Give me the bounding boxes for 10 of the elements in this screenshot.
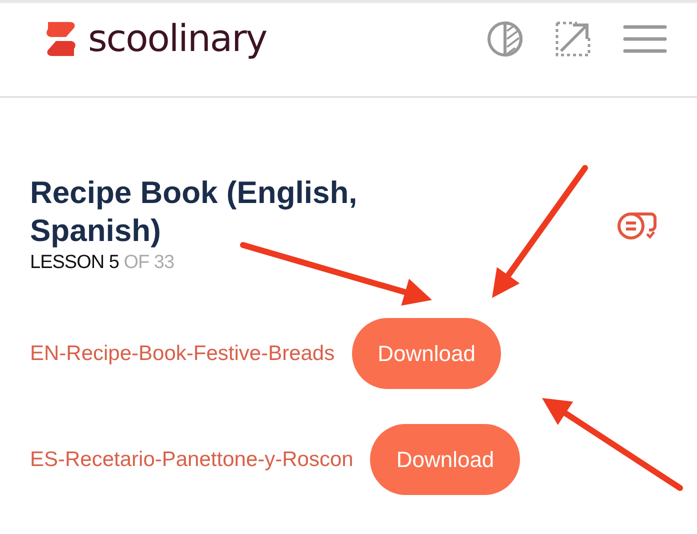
download-button[interactable]: Download <box>352 318 502 389</box>
download-button[interactable]: Download <box>370 424 520 495</box>
contrast-icon[interactable] <box>487 20 523 56</box>
file-link[interactable]: EN-Recipe-Book-Festive-Breads <box>30 342 335 366</box>
file-link[interactable]: ES-Recetario-Panettone-y-Roscon <box>30 448 354 472</box>
logo-icon <box>44 20 78 58</box>
expand-icon[interactable] <box>555 20 591 56</box>
lesson-title: Recipe Book (English, Spanish) <box>30 174 358 250</box>
menu-icon[interactable] <box>623 24 667 54</box>
brand-name: scoolinary <box>88 17 267 60</box>
